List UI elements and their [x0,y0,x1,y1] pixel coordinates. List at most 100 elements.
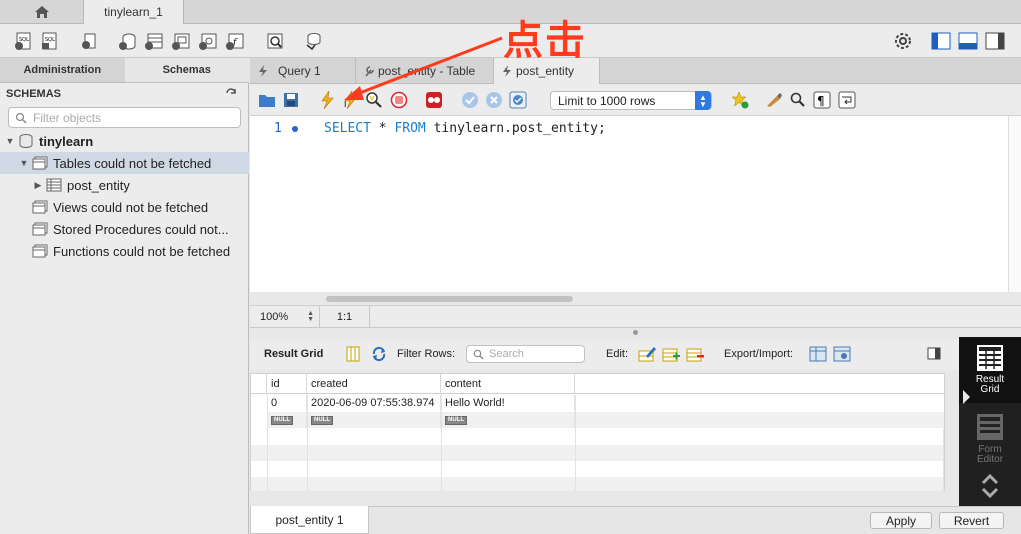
cell-content-new[interactable]: NULL [441,412,575,428]
filter-objects-input[interactable]: Filter objects [8,107,241,128]
home-icon [34,6,49,18]
tables-folder-icon [32,156,48,170]
column-header-id[interactable]: id [267,374,307,394]
open-folder-icon[interactable] [258,91,276,109]
insert-row-icon[interactable] [662,346,680,365]
result-tab[interactable]: post_entity 1 [250,506,369,534]
procedures-node-label: Stored Procedures could not... [53,221,229,237]
functions-folder-icon [32,244,48,258]
connection-tab[interactable]: tinylearn_1 [84,0,184,25]
cell-id[interactable]: 0 [267,395,307,411]
editor-status-bar: 100% ▲ ▼ 1:1 [250,305,1021,328]
splitter-handle-icon[interactable] [633,330,638,335]
zoom-select[interactable]: 100% ▲ ▼ [250,306,320,327]
tree-table-post-entity[interactable]: ▶ post_entity [0,174,249,196]
functions-node-label: Functions could not be fetched [53,243,231,259]
toggle-secondary-sidebar-icon[interactable] [984,30,1006,52]
row-header-corner [251,374,267,394]
navigator-panel: Administration Schemas SCHEMAS Filter ob… [0,58,249,534]
export-icon[interactable] [809,346,827,365]
sql-editor[interactable]: 1 SELECT * FROM tinylearn.post_entity; [250,116,1008,292]
expand-triangle-icon[interactable]: ▼ [19,158,29,168]
filter-placeholder: Filter objects [33,110,102,125]
export-import-label: Export/Import: [724,348,794,360]
save-icon[interactable] [282,91,300,109]
grid-line [575,395,576,491]
tree-views-node[interactable]: Views could not be fetched [0,196,249,218]
import-icon[interactable] [833,346,851,365]
editor-horizontal-scrollbar[interactable] [326,296,573,302]
column-header-created[interactable]: created [307,374,441,394]
tab-administration[interactable]: Administration [0,58,125,82]
toggle-output-icon[interactable] [957,30,979,52]
edit-label: Edit: [606,348,629,360]
sql-text: tinylearn.post_entity; [425,121,606,136]
limit-rows-select[interactable]: Limit to 1000 rows ▲ ▼ [550,91,712,110]
delete-row-icon[interactable] [686,346,704,365]
create-procedure-icon[interactable] [197,30,219,52]
new-sql-tab-icon[interactable]: SQL [12,30,34,52]
filter-rows-input[interactable]: Search [466,345,585,363]
null-badge: NULL [445,415,467,425]
tab-schemas[interactable]: Schemas [124,58,249,82]
create-table-icon[interactable] [143,30,165,52]
result-grid-caption: Result Grid [975,374,1005,395]
invisible-chars-icon[interactable]: ¶ [813,91,831,109]
revert-button[interactable]: Revert [939,512,1004,529]
form-editor-view-button[interactable]: Form Editor [959,407,1021,473]
settings-gear-icon[interactable] [892,30,914,52]
tree-functions-node[interactable]: Functions could not be fetched [0,240,249,262]
apply-button[interactable]: Apply [870,512,932,529]
refresh-schemas-icon[interactable] [225,87,237,102]
svg-text:SQL: SQL [45,37,55,43]
tree-procedures-node[interactable]: Stored Procedures could not... [0,218,249,240]
home-tab[interactable] [0,0,84,24]
cell-created-new[interactable]: NULL [307,412,441,428]
reconnect-icon[interactable] [302,30,324,52]
inspector-icon[interactable] [78,30,100,52]
scroll-chevrons-icon[interactable] [980,471,1000,504]
editor-vertical-scroll[interactable] [1008,116,1021,292]
form-view-icon [977,414,1003,440]
toggle-sidebar-icon[interactable] [930,30,952,52]
annotation-arrow-icon [344,36,503,100]
tables-node-label: Tables could not be fetched [53,155,212,171]
edit-row-icon[interactable] [638,346,656,365]
result-grid: id created content 0 2020-06-09 07:55:38… [250,373,945,491]
grid-line [441,395,442,491]
cell-created[interactable]: 2020-06-09 07:55:38.974 [307,395,441,411]
line-gutter [250,116,300,292]
create-view-icon[interactable] [170,30,192,52]
refresh-icon[interactable] [371,346,387,365]
beautify-brush-icon[interactable] [765,91,783,109]
autocommit-icon[interactable] [509,91,527,109]
sql-statement[interactable]: SELECT * FROM tinylearn.post_entity; [324,121,606,136]
cell-id-new[interactable]: NULL [267,412,307,428]
search-table-data-icon[interactable] [264,30,286,52]
create-schema-icon[interactable] [116,30,138,52]
table-icon [46,178,62,192]
expand-triangle-icon[interactable]: ▼ [5,136,15,146]
toggle-side-panel-icon[interactable] [927,347,941,363]
tree-schema-tinylearn[interactable]: ▼ tinylearn [0,130,249,152]
empty-row [251,461,944,477]
search-placeholder: Search [489,348,524,360]
cell-content[interactable]: Hello World! [441,395,575,411]
create-function-icon[interactable]: f [224,30,246,52]
collapse-triangle-icon[interactable]: ▶ [33,180,43,191]
result-tabs-bar: post_entity 1 Apply Revert [250,506,1021,534]
grid-line [307,395,308,491]
add-snippet-star-icon[interactable] [731,91,749,109]
tab-label: post_entity [516,64,575,78]
schemas-header: SCHEMAS [6,88,62,100]
schema-name: tinylearn [39,133,94,149]
word-wrap-icon[interactable] [838,91,856,109]
open-sql-file-icon[interactable]: SQL [38,30,60,52]
column-layout-icon[interactable] [346,346,360,365]
statement-marker-icon [292,126,298,132]
column-header-content[interactable]: content [441,374,575,394]
grid-view-icon [977,345,1003,371]
find-icon[interactable] [789,91,807,109]
tree-tables-node[interactable]: ▼ Tables could not be fetched [0,152,249,174]
active-pointer-icon [963,390,970,404]
